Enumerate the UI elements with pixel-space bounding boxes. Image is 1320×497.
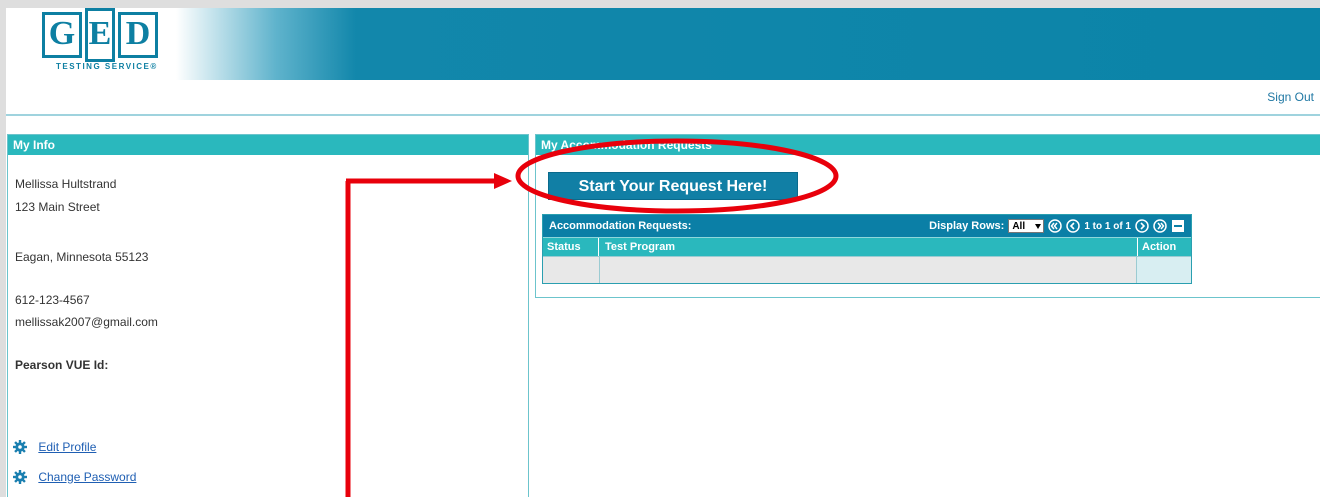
display-rows-label: Display Rows: [929,220,1005,232]
collapse-icon[interactable] [1171,219,1185,233]
accommodation-requests-panel: My Accommodation Requests Start Your Req… [535,134,1320,298]
edit-profile-row[interactable]: Edit Profile [13,439,96,454]
requests-grid: Accommodation Requests: Display Rows: Al… [542,214,1192,284]
my-info-panel: My Info Mellissa Hultstrand 123 Main Str… [7,134,529,497]
site-header: G E D TESTING SERVICE® [6,8,1320,80]
top-bar: Sign Out [6,80,1320,116]
display-rows-select[interactable]: All [1008,219,1045,233]
grid-title: Accommodation Requests: [549,220,692,232]
table-row [543,256,1191,283]
start-request-button[interactable]: Start Your Request Here! [548,172,798,200]
chevron-down-icon [1035,224,1042,229]
cell-status [543,257,600,283]
change-password-link[interactable]: Change Password [38,470,136,484]
cell-action [1136,257,1191,283]
first-page-icon[interactable] [1048,219,1063,233]
browser-page: G E D TESTING SERVICE® Sign Out My Info … [6,8,1320,497]
cell-test-program [600,257,1136,283]
logo-letter-e: E [85,8,115,62]
user-city-line: Eagan, Minnesota 55123 [15,250,149,264]
grid-pager: Display Rows: All 1 to 1 of 1 [929,218,1185,234]
display-rows-value: All [1012,221,1026,232]
edit-profile-link[interactable]: Edit Profile [38,440,96,454]
last-page-icon[interactable] [1153,219,1167,233]
sign-out-link[interactable]: Sign Out [1267,90,1314,104]
page-info: 1 to 1 of 1 [1084,220,1131,232]
gear-icon [13,469,27,484]
previous-page-icon[interactable] [1066,219,1081,233]
logo-letter-g: G [42,12,82,58]
logo-letter-d: D [118,12,158,58]
pearson-vue-id-label: Pearson VUE Id: [15,358,109,372]
grid-header: Accommodation Requests: Display Rows: Al… [543,215,1191,237]
next-page-icon[interactable] [1135,219,1149,233]
user-name: Mellissa Hultstrand [15,177,117,191]
column-test-program[interactable]: Test Program [599,238,1137,256]
gear-icon [13,439,27,454]
user-phone: 612-123-4567 [15,293,90,307]
column-status[interactable]: Status [543,238,599,256]
column-action[interactable]: Action [1137,238,1191,256]
ged-logo[interactable]: G E D TESTING SERVICE® [42,8,182,72]
accommodation-requests-heading: My Accommodation Requests [536,135,1320,155]
grid-column-headers: Status Test Program Action [543,237,1191,256]
user-email: mellissak2007@gmail.com [15,315,158,329]
user-street: 123 Main Street [15,200,100,214]
my-info-heading: My Info [8,135,528,155]
logo-subtitle: TESTING SERVICE® [56,62,158,71]
change-password-row[interactable]: Change Password [13,469,136,484]
